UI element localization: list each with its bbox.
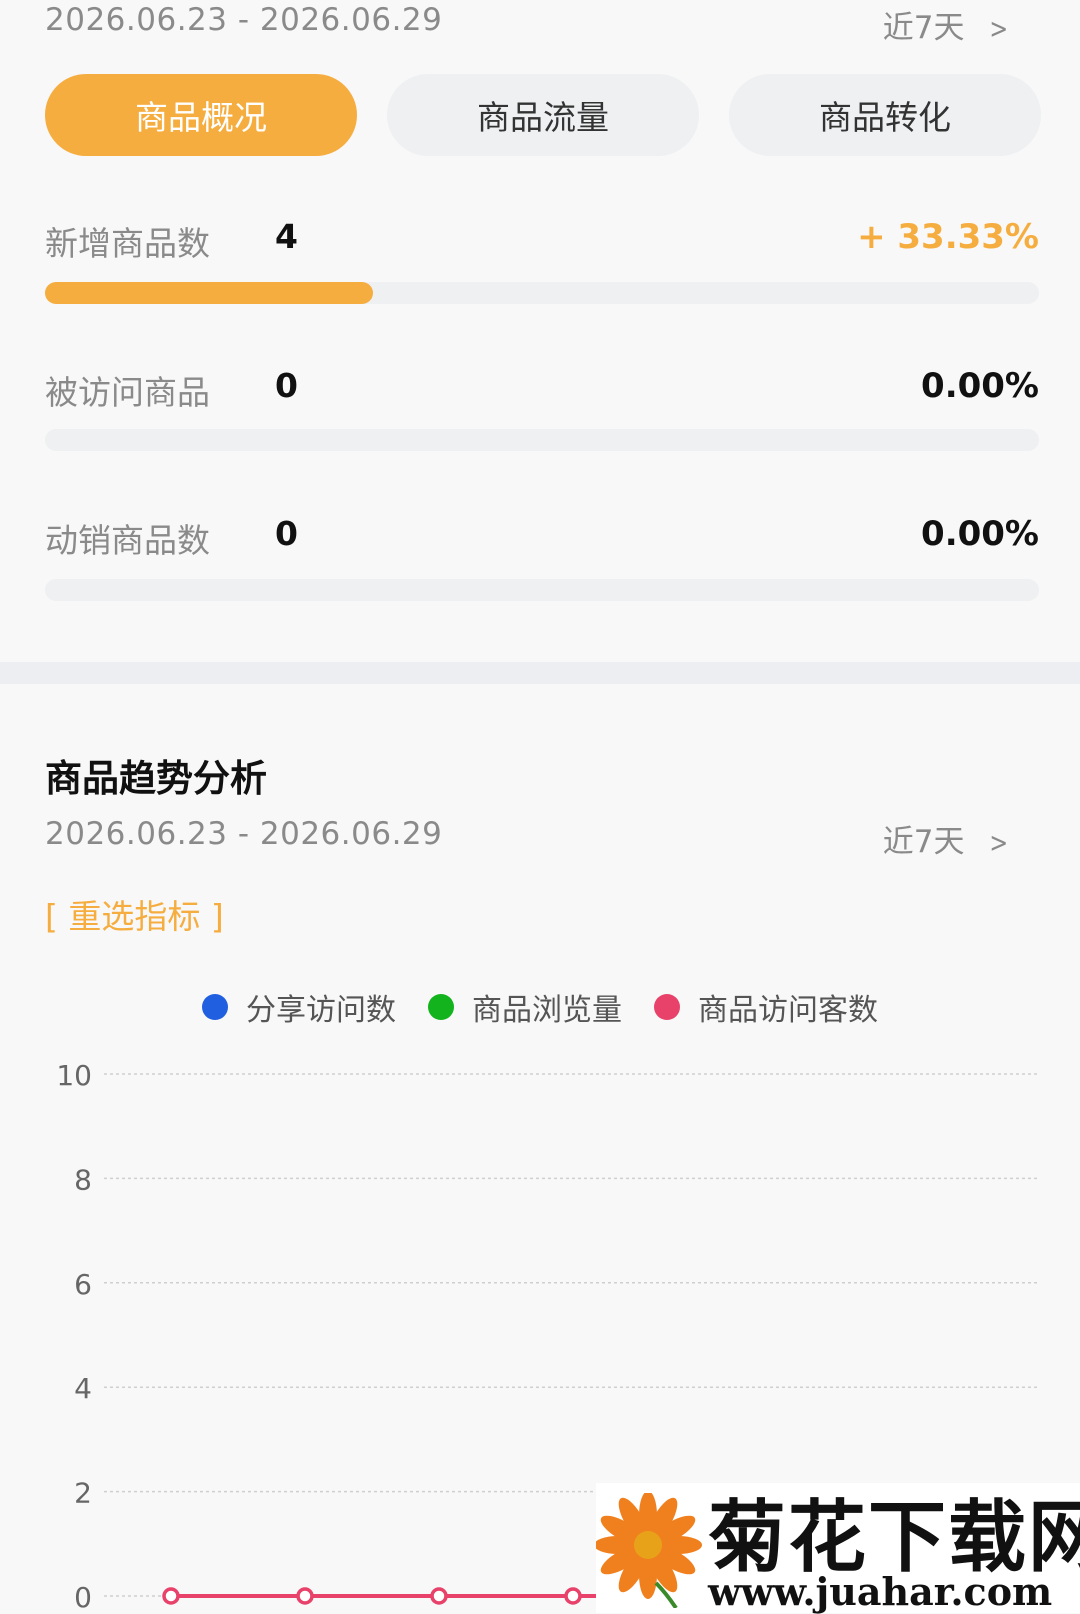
metric-new-products-label: 新增商品数 [45,224,210,263]
tab-product-conversion[interactable]: 商品转化 [729,74,1041,156]
overview-period-selector[interactable]: 近7天 > [883,2,1010,47]
overview-date-range: 2026.06.23 - 2026.06.29 [45,2,443,38]
chevron-right-icon: > [988,826,1008,859]
trend-date-range: 2026.06.23 - 2026.06.29 [45,816,443,852]
legend-item-share-visits[interactable]: 分享访问数 [202,985,396,1029]
progress-fill [45,282,374,304]
metric-new-products-value: 4 [275,217,298,256]
metric-sold-products-change: 0.00% [921,514,1039,554]
data-point [296,1587,314,1605]
metric-visited-products-value: 0 [275,366,298,405]
flower-icon [596,1493,702,1608]
watermark-banner: 菊花下载网 www.juahar.com [596,1483,1080,1614]
legend-dot-icon [428,994,454,1020]
metric-sold-products-progress [45,579,1039,601]
reselect-metrics-link[interactable]: [ 重选指标 ] [45,890,224,938]
metric-sold-products-label: 动销商品数 [45,521,210,560]
metric-new-products-progress [45,282,1039,304]
y-tick-label: 4 [74,1372,92,1405]
metric-visited-products-progress [45,429,1039,451]
trend-section-title: 商品趋势分析 [45,757,267,800]
legend-label: 商品浏览量 [472,993,622,1028]
period-label: 近7天 [882,10,965,46]
tab-product-overview[interactable]: 商品概况 [45,74,357,156]
data-point [162,1587,180,1605]
chevron-right-icon: > [988,12,1008,45]
metric-visited-products-change: 0.00% [921,366,1039,406]
watermark-url: www.juahar.com [708,1569,1053,1614]
legend-dot-icon [202,994,228,1020]
metric-new-products-change: + 33.33% [857,217,1039,257]
chart-legend: 分享访问数 商品浏览量 商品访问客数 [0,985,1080,1029]
metric-visited-products-label: 被访问商品 [45,373,210,412]
y-tick-label: 8 [74,1163,92,1196]
legend-item-product-views[interactable]: 商品浏览量 [428,985,622,1029]
legend-item-product-visitors[interactable]: 商品访问客数 [654,985,878,1029]
data-point [430,1587,448,1605]
section-divider [0,662,1080,684]
y-tick-label: 2 [74,1477,92,1510]
metric-sold-products-value: 0 [275,514,298,553]
trend-period-selector[interactable]: 近7天 > [883,816,1010,861]
legend-label: 分享访问数 [246,993,396,1028]
legend-dot-icon [654,994,680,1020]
y-tick-label: 10 [56,1059,92,1092]
tab-product-traffic[interactable]: 商品流量 [387,74,699,156]
period-label: 近7天 [882,824,965,860]
y-tick-label: 6 [74,1268,92,1301]
data-point [564,1587,582,1605]
y-tick-label: 0 [74,1581,92,1613]
legend-label: 商品访问客数 [698,993,878,1028]
